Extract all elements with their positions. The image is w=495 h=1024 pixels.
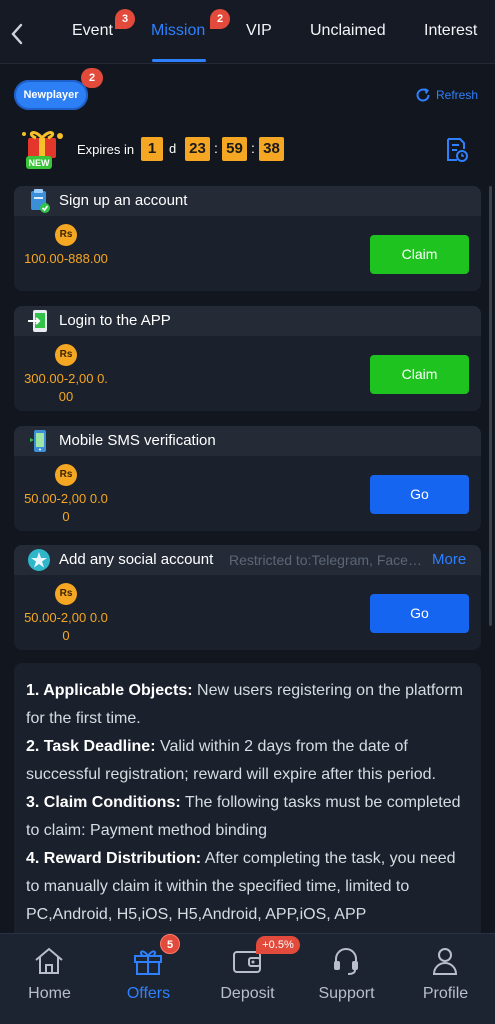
rule-item: 3. Claim Conditions: The following tasks… xyxy=(26,789,469,845)
task-reward-amount: 100.00-888.00 xyxy=(24,251,108,266)
rule-heading: 3. Claim Conditions: xyxy=(26,794,181,811)
tab-interest[interactable]: Interest xyxy=(424,22,477,40)
refresh-label: Refresh xyxy=(436,88,479,102)
tab-event-badge: 3 xyxy=(115,9,135,29)
newplayer-filter-button[interactable]: Newplayer xyxy=(14,80,88,110)
countdown-day-unit: d xyxy=(169,141,177,156)
task-reward-amount: 300.00-2,00 0.00 xyxy=(24,371,108,404)
rupee-coin-icon: Rs xyxy=(55,464,77,486)
nav-label: Home xyxy=(28,985,71,1002)
active-tab-indicator xyxy=(152,59,206,62)
bottom-nav: Home Offers 5 Deposit +0.5% Support Prof… xyxy=(0,933,495,1024)
countdown-minutes: 59 xyxy=(222,137,247,161)
rule-item: 2. Task Deadline: Valid within 2 days fr… xyxy=(26,733,469,789)
nav-home[interactable]: Home xyxy=(0,934,99,1024)
profile-icon xyxy=(428,944,462,978)
deposit-bonus-badge: +0.5% xyxy=(256,936,300,954)
task-card-header: Login to the APP xyxy=(14,306,481,336)
gift-icon xyxy=(131,944,165,978)
rule-item: 4. Reward Distribution: After completing… xyxy=(26,845,469,929)
task-reward-amount: 50.00-2,00 0.00 xyxy=(24,491,108,524)
offers-badge: 5 xyxy=(160,934,180,954)
top-tab-bar: Event 3 Mission 2 VIP Unclaimed Interest xyxy=(0,0,495,64)
task-title: Login to the APP xyxy=(59,312,171,329)
task-card-header: Sign up an account xyxy=(14,186,481,216)
task-card-header: Add any social account Restricted to:Tel… xyxy=(14,545,481,575)
back-arrow-icon[interactable] xyxy=(10,18,34,46)
countdown-sep: : xyxy=(251,140,255,156)
countdown-hours: 23 xyxy=(185,137,210,161)
countdown-seconds: 38 xyxy=(259,137,284,161)
rule-item: 1. Applicable Objects: New users registe… xyxy=(26,677,469,733)
task-title: Add any social account xyxy=(59,551,214,568)
rupee-coin-icon: Rs xyxy=(55,583,77,605)
task-reward-amount: 50.00-2,00 0.00 xyxy=(24,610,108,643)
nav-profile[interactable]: Profile xyxy=(396,934,495,1024)
headset-icon xyxy=(329,944,363,978)
refresh-icon xyxy=(416,88,430,102)
new-tag: NEW xyxy=(29,158,51,168)
nav-offers[interactable]: Offers xyxy=(99,934,198,1024)
nav-label: Deposit xyxy=(220,985,275,1002)
claim-button[interactable]: Claim xyxy=(370,235,469,274)
expires-label: Expires in xyxy=(77,142,135,157)
task-card-login-app: Login to the APP Rs 300.00-2,00 0.00 Cla… xyxy=(14,306,481,411)
countdown-days: 1 xyxy=(141,137,163,161)
rule-heading: 2. Task Deadline: xyxy=(26,738,156,755)
nav-label: Offers xyxy=(126,985,171,1002)
task-card-sms-verification: Mobile SMS verification Rs 50.00-2,00 0.… xyxy=(14,426,481,531)
task-card-header: Mobile SMS verification xyxy=(14,426,481,456)
go-button[interactable]: Go xyxy=(370,475,469,514)
newplayer-badge: 2 xyxy=(81,68,103,88)
tab-mission-badge: 2 xyxy=(210,9,230,29)
social-star-icon xyxy=(26,547,52,573)
phone-icon xyxy=(26,428,52,454)
tab-unclaimed[interactable]: Unclaimed xyxy=(310,22,386,40)
nav-support[interactable]: Support xyxy=(297,934,396,1024)
task-title: Sign up an account xyxy=(59,192,188,209)
task-restriction-text: Restricted to:Telegram, Facebook xyxy=(229,552,429,568)
new-gift-icon: NEW xyxy=(18,126,70,172)
rupee-coin-icon: Rs xyxy=(55,344,77,366)
nav-label: Profile xyxy=(422,985,469,1002)
nav-label: Support xyxy=(318,985,375,1002)
tab-event[interactable]: Event xyxy=(72,22,113,40)
claim-button[interactable]: Claim xyxy=(370,355,469,394)
task-card-signup: Sign up an account Rs 100.00-888.00 Clai… xyxy=(14,186,481,291)
refresh-button[interactable]: Refresh xyxy=(414,85,478,105)
rules-panel: 1. Applicable Objects: New users registe… xyxy=(14,663,481,943)
task-card-social-account: Add any social account Restricted to:Tel… xyxy=(14,545,481,650)
home-icon xyxy=(32,944,66,978)
more-link[interactable]: More xyxy=(432,551,466,568)
clipboard-check-icon xyxy=(26,188,52,214)
rule-heading: 4. Reward Distribution: xyxy=(26,850,202,867)
tab-vip[interactable]: VIP xyxy=(246,22,272,40)
app-login-icon xyxy=(26,308,52,334)
countdown-sep: : xyxy=(214,140,218,156)
rupee-coin-icon: Rs xyxy=(55,224,77,246)
go-button[interactable]: Go xyxy=(370,594,469,633)
tab-mission[interactable]: Mission xyxy=(151,22,205,40)
rule-heading: 1. Applicable Objects: xyxy=(26,682,193,699)
task-history-icon[interactable] xyxy=(445,137,469,163)
task-title: Mobile SMS verification xyxy=(59,432,216,449)
scrollbar[interactable] xyxy=(489,186,492,626)
